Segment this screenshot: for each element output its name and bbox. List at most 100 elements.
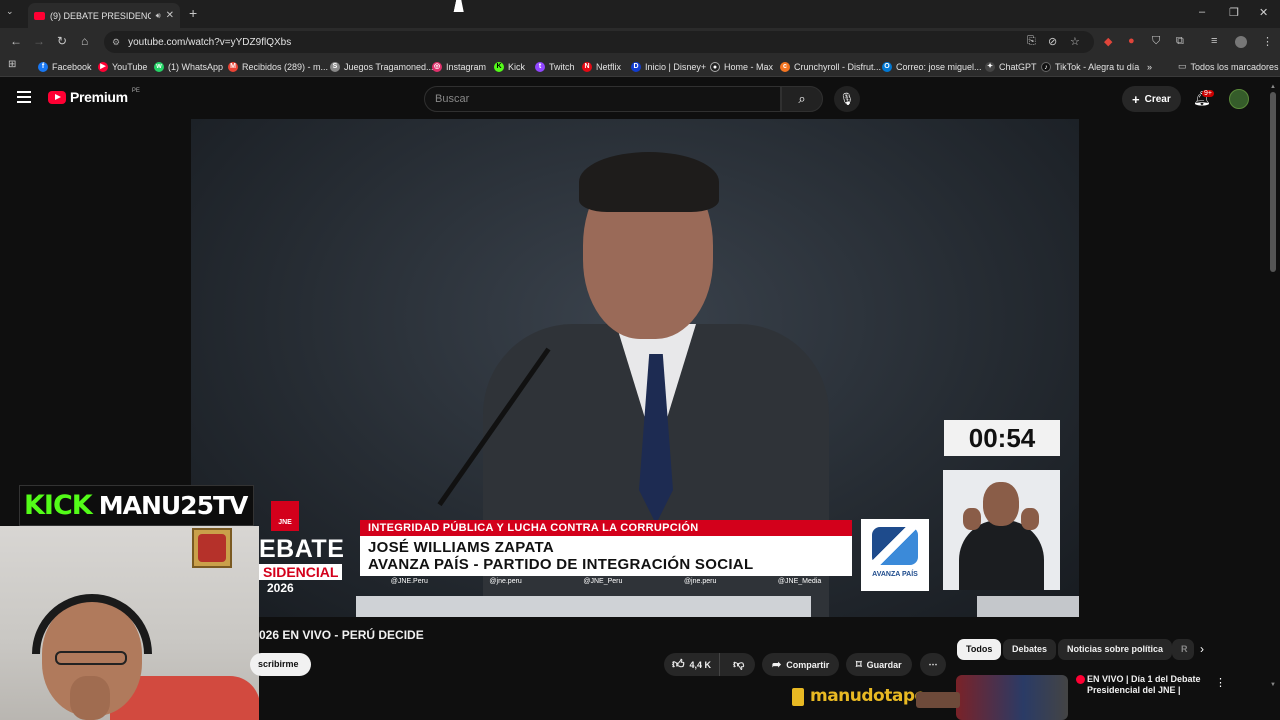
bookmark-netflix[interactable]: N Netflix [582,59,621,74]
bookmark-crunchyroll[interactable]: c Crunchyroll - Disfrut... [780,59,881,74]
logo-text: Premium [70,89,128,105]
account-avatar[interactable] [1229,89,1249,109]
bookmark-gmail[interactable]: M Recibidos (289) - m... [228,59,328,74]
netflix-icon: N [582,61,592,72]
install-icon[interactable]: ⎘ [1027,35,1036,48]
site-info-icon[interactable]: ⚙︎ [112,37,120,48]
browser-toolbar: ← → ↻ ⌂ ⚙︎ youtube.com/watch?v=yYDZ9flQX… [0,28,1280,56]
watermark-text: manudotape. [810,686,932,706]
restore-icon[interactable]: ❐ [1229,6,1239,19]
new-tab-icon[interactable]: + [189,5,197,21]
debate-timer: 00:54 [944,420,1060,456]
save-label: Guardar [866,659,902,670]
create-button[interactable]: + Crear [1122,86,1181,112]
minimize-icon[interactable]: – [1199,6,1205,18]
social-youtube: @JNE_Media [777,578,822,585]
youtube-header: Premium PE Buscar ⌕ 🎙︎ + Crear 🔔︎ 9+ [0,77,1280,119]
browser-tab-active[interactable]: (9) DEBATE PRESIDENCIAL 🔊︎ ✕ [28,3,180,28]
scroll-down-icon[interactable]: ▼ [1270,682,1276,688]
menu-icon[interactable] [17,91,31,103]
bookmark-disney[interactable]: D Inicio | Disney+ [631,59,706,74]
bookmark-twitch[interactable]: t Twitch [535,59,575,74]
bookmark-youtube[interactable]: ▶ YouTube [98,59,147,74]
youtube-favicon-icon [34,11,45,20]
page-scrollbar[interactable] [1270,92,1276,272]
bookmark-icon: ⌑ [856,659,862,671]
home-icon[interactable]: ⌂ [81,34,88,48]
all-bookmarks[interactable]: ▭ Todos los marcadores [1178,59,1279,74]
bookmark-facebook[interactable]: f Facebook [38,59,92,74]
bookmark-label: Recibidos (289) - m... [242,61,329,72]
bookmark-star-icon[interactable]: ☆ [1070,35,1080,48]
bookmark-tiktok[interactable]: ♪ TikTok - Alegra tu día [1041,59,1139,74]
apps-grid-icon[interactable]: ⊞ [8,59,16,70]
bookmark-label: Inicio | Disney+ [645,61,707,72]
dislike-button[interactable]: 👎︎ [725,658,752,671]
extension-b-icon[interactable]: ● [1128,35,1135,47]
chip-partial[interactable]: R [1172,639,1194,660]
logo-region: PE [131,88,140,94]
more-actions-button[interactable]: ⋯ [920,653,946,676]
bookmark-max[interactable]: ● Home - Max [710,59,773,74]
bookmark-chatgpt[interactable]: ✦ ChatGPT [985,59,1037,74]
browser-menu-icon[interactable]: ⋮ [1262,35,1273,48]
streamer-hand [70,676,110,720]
voice-search-button[interactable]: 🎙︎ [834,86,860,112]
folder-icon: ▭ [1178,61,1187,71]
bookmark-outlook[interactable]: O Correo: jose miguel... [882,59,982,74]
recommended-thumbnail[interactable] [956,675,1068,720]
reload-icon[interactable]: ↻ [57,34,67,48]
scroll-up-icon[interactable]: ▲ [1270,84,1276,90]
reading-list-icon[interactable]: ≡ [1211,35,1217,47]
tab-search-icon[interactable]: ⌄ [6,6,14,17]
chip-todos[interactable]: Todos [957,639,1002,660]
kick-icon: K [494,61,504,72]
save-button[interactable]: ⌑ Guardar [846,653,912,676]
profile-icon[interactable] [1235,36,1247,48]
eye-off-icon[interactable]: ⊘ [1048,35,1057,48]
mic-icon: 🎙︎ [839,92,855,106]
bookmark-juegos[interactable]: S Juegos Tragamoned... [330,59,434,74]
bookmark-kick[interactable]: K Kick [494,59,525,74]
search-button[interactable]: ⌕ [781,86,823,112]
chip-noticias[interactable]: Noticias sobre política [1058,639,1173,660]
chip-debates[interactable]: Debates [1003,639,1057,660]
tab-audio-icon[interactable]: 🔊︎ [156,11,161,21]
address-bar[interactable]: ⚙︎ youtube.com/watch?v=yYDZ9flQXbs [104,31,1094,53]
shield-icon[interactable]: ⛉ [1152,35,1160,48]
extension-a-icon[interactable]: ◆ [1104,35,1112,48]
tab-close-icon[interactable]: ✕ [166,10,174,21]
like-count: 4,4 K [689,659,712,670]
like-button[interactable]: 👍︎ 4,4 K [664,653,721,676]
window-close-icon[interactable]: ✕ [1259,6,1268,19]
youtube-icon: ▶ [98,61,108,72]
extensions-icon[interactable]: ⧉ [1176,35,1184,48]
bookmark-label: (1) WhatsApp [168,61,224,72]
forward-icon[interactable]: → [33,34,45,48]
youtube-logo[interactable]: Premium PE [48,88,140,105]
subscribe-button[interactable]: scribirme [250,653,311,676]
bookmark-label: Home - Max [724,61,774,72]
instagram-icon: ◎ [432,61,442,72]
twitch-icon: t [535,61,545,72]
kick-banner: KICK MANU25TV [19,485,254,526]
sign-language-interpreter [943,470,1060,590]
chevron-right-icon[interactable]: › [1200,642,1204,656]
recommended-more-icon[interactable]: ⋮ [1215,676,1226,689]
share-button[interactable]: ➦ Compartir [762,653,840,676]
recommended-title[interactable]: EN VIVO | Día 1 del Debate Presidencial … [1073,674,1213,696]
disney-icon: D [631,61,641,72]
kick-username: MANU25TV [98,491,249,520]
kick-word: KICK [24,490,93,521]
video-player[interactable]: 00:54 JNE EBATE SIDENCIAL 2026 INTEGRIDA… [191,119,1079,617]
social-x: @JNE_Peru [583,578,623,585]
back-icon[interactable]: ← [10,34,22,48]
chatgpt-icon: ✦ [985,61,995,72]
bookmark-whatsapp[interactable]: w (1) WhatsApp [154,59,223,74]
bookmark-label: Instagram [446,61,487,72]
search-input[interactable]: Buscar [424,86,781,112]
bookmark-label: Correo: jose miguel... [896,61,982,72]
bookmarks-overflow[interactable]: » [1147,59,1152,74]
bookmark-instagram[interactable]: ◎ Instagram [432,59,486,74]
candidate-party: AVANZA PAÍS - PARTIDO DE INTEGRACIÓN SOC… [368,556,754,573]
